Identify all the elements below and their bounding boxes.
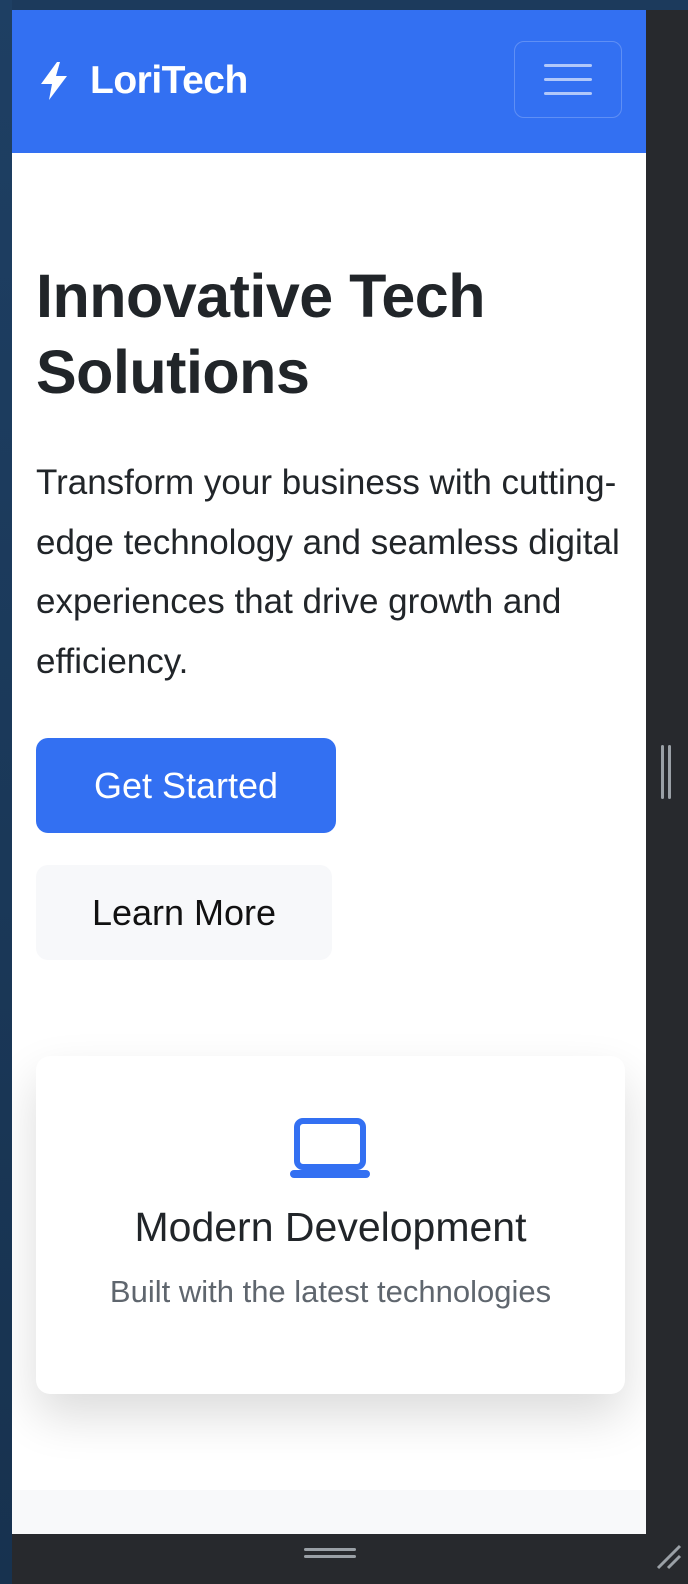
feature-description: Built with the latest technologies: [109, 1274, 552, 1309]
hero-title: Innovative Tech Solutions: [36, 258, 626, 410]
splitter-grip-icon[interactable]: [660, 745, 672, 804]
hero-title-line2: Solutions: [36, 338, 310, 406]
hamburger-menu-icon: [544, 64, 592, 67]
feature-title: Modern Development: [134, 1204, 527, 1250]
learn-more-button[interactable]: Learn More: [36, 865, 332, 960]
get-started-button[interactable]: Get Started: [36, 738, 336, 833]
window-top-edge: [0, 0, 688, 10]
navbar-toggle-button[interactable]: [514, 41, 622, 118]
brand-link[interactable]: LoriTech: [38, 59, 248, 103]
brand-name: LoriTech: [90, 59, 248, 102]
laptop-icon: [289, 1118, 371, 1185]
feature-card: Modern Development Built with the latest…: [36, 1056, 625, 1394]
resize-grip-icon[interactable]: [304, 1546, 356, 1565]
resize-corner-icon[interactable]: [654, 1542, 682, 1575]
resize-bar[interactable]: [12, 1534, 688, 1584]
lightning-bolt-icon: [38, 61, 70, 101]
page-viewport: LoriTech Innovative Tech Solutions Trans…: [12, 10, 646, 1534]
next-section: [12, 1490, 646, 1534]
window-left-edge: [0, 0, 12, 1584]
navbar: LoriTech: [12, 10, 646, 153]
hero-description: Transform your business with cutting-edg…: [36, 463, 620, 681]
hero-title-line1: Innovative Tech: [36, 262, 486, 330]
devtools-splitter[interactable]: [646, 10, 688, 1534]
